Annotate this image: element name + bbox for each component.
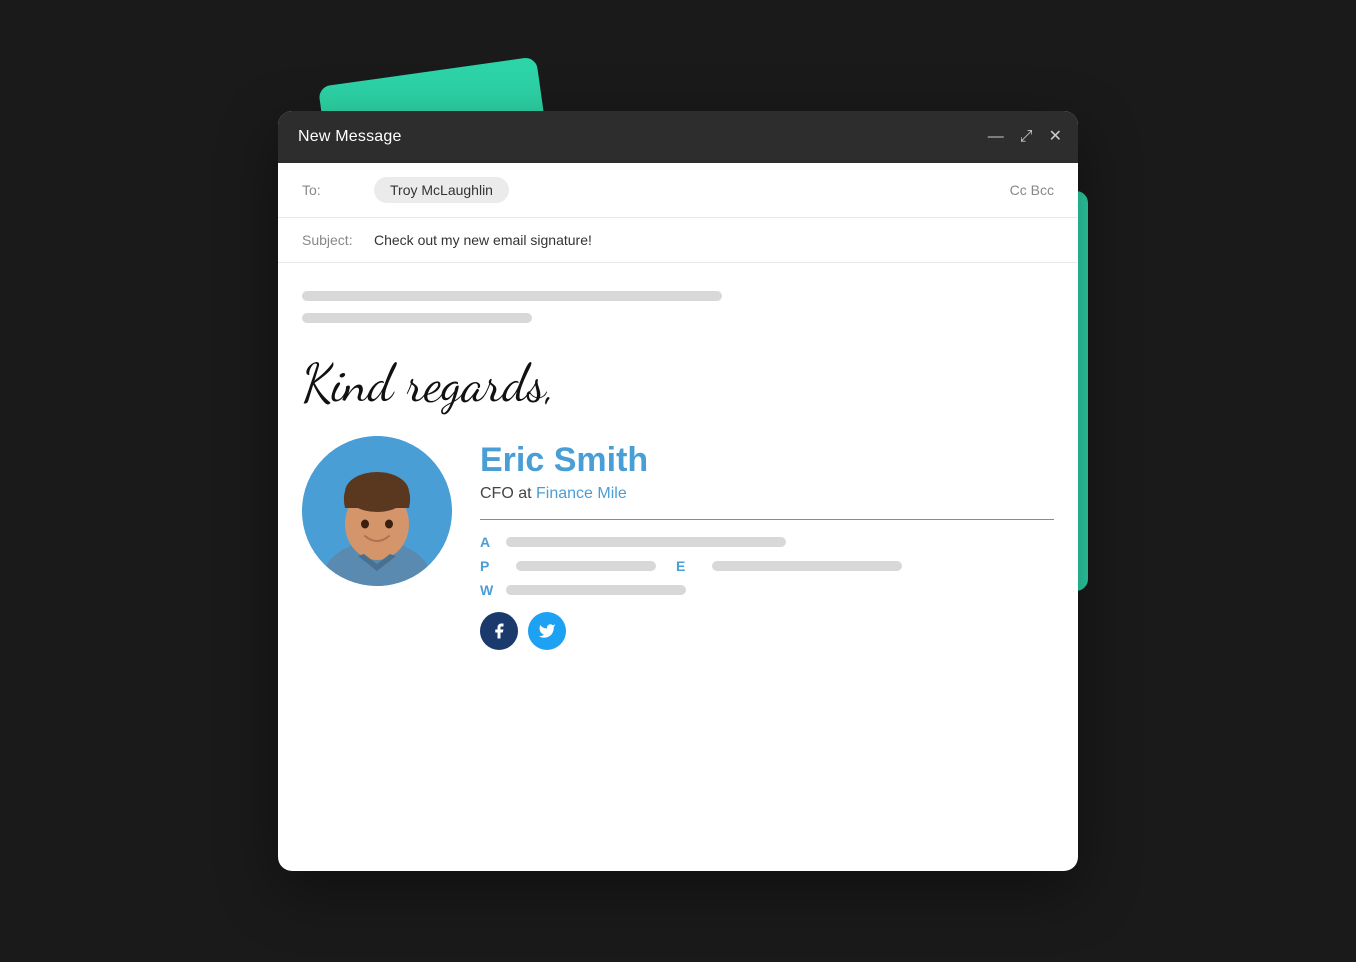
signature-name: Eric Smith: [480, 440, 1054, 481]
phone-email-row: P E: [480, 558, 1054, 574]
email-body: To: Troy McLaughlin Cc Bcc Subject: Chec…: [278, 163, 1078, 674]
avatar-svg: [302, 436, 452, 586]
website-value-bar: [506, 585, 686, 595]
subject-row: Subject: Check out my new email signatur…: [278, 218, 1078, 263]
social-icons: [480, 612, 1054, 650]
title-prefix: CFO at: [480, 485, 536, 502]
address-value-bar: [506, 537, 786, 547]
compose-line-1: [302, 291, 722, 301]
window-title: New Message: [298, 128, 402, 146]
twitter-button[interactable]: [528, 612, 566, 650]
email-value-bar: [712, 561, 902, 571]
maximize-button[interactable]: ⤢: [1020, 129, 1033, 145]
phone-key: P: [480, 558, 496, 574]
facebook-icon: [490, 622, 508, 640]
to-label: To:: [302, 182, 362, 198]
cc-bcc-button[interactable]: Cc Bcc: [1010, 182, 1054, 198]
subject-label: Subject:: [302, 232, 362, 248]
avatar: [302, 436, 452, 586]
website-row: W: [480, 582, 1054, 598]
twitter-icon: [538, 622, 556, 640]
phone-value-bar: [516, 561, 656, 571]
scene: New Message — ⤢ ✕ To: Troy McLaughlin Cc…: [268, 71, 1088, 891]
window-controls: — ⤢ ✕: [988, 129, 1062, 145]
subject-value: Check out my new email signature!: [374, 232, 592, 248]
signature-info: Eric Smith CFO at Finance Mile A P: [480, 436, 1054, 650]
company-name: Finance Mile: [536, 485, 627, 502]
titlebar: New Message — ⤢ ✕: [278, 111, 1078, 163]
to-row: To: Troy McLaughlin Cc Bcc: [278, 163, 1078, 218]
email-key: E: [676, 558, 692, 574]
recipient-pill[interactable]: Troy McLaughlin: [374, 177, 509, 203]
signature-divider: [480, 519, 1054, 521]
address-row: A: [480, 534, 1054, 550]
minimize-button[interactable]: —: [988, 129, 1004, 145]
signature-section: Kind regards,: [278, 355, 1078, 674]
signature-title: CFO at Finance Mile: [480, 485, 1054, 503]
close-button[interactable]: ✕: [1049, 129, 1062, 145]
signature-greeting: Kind regards,: [302, 355, 1054, 412]
email-window: New Message — ⤢ ✕ To: Troy McLaughlin Cc…: [278, 111, 1078, 871]
compose-line-2: [302, 313, 532, 323]
address-key: A: [480, 534, 496, 550]
signature-card: Eric Smith CFO at Finance Mile A P: [302, 436, 1054, 650]
website-key: W: [480, 582, 496, 598]
facebook-button[interactable]: [480, 612, 518, 650]
compose-area[interactable]: [278, 263, 1078, 355]
